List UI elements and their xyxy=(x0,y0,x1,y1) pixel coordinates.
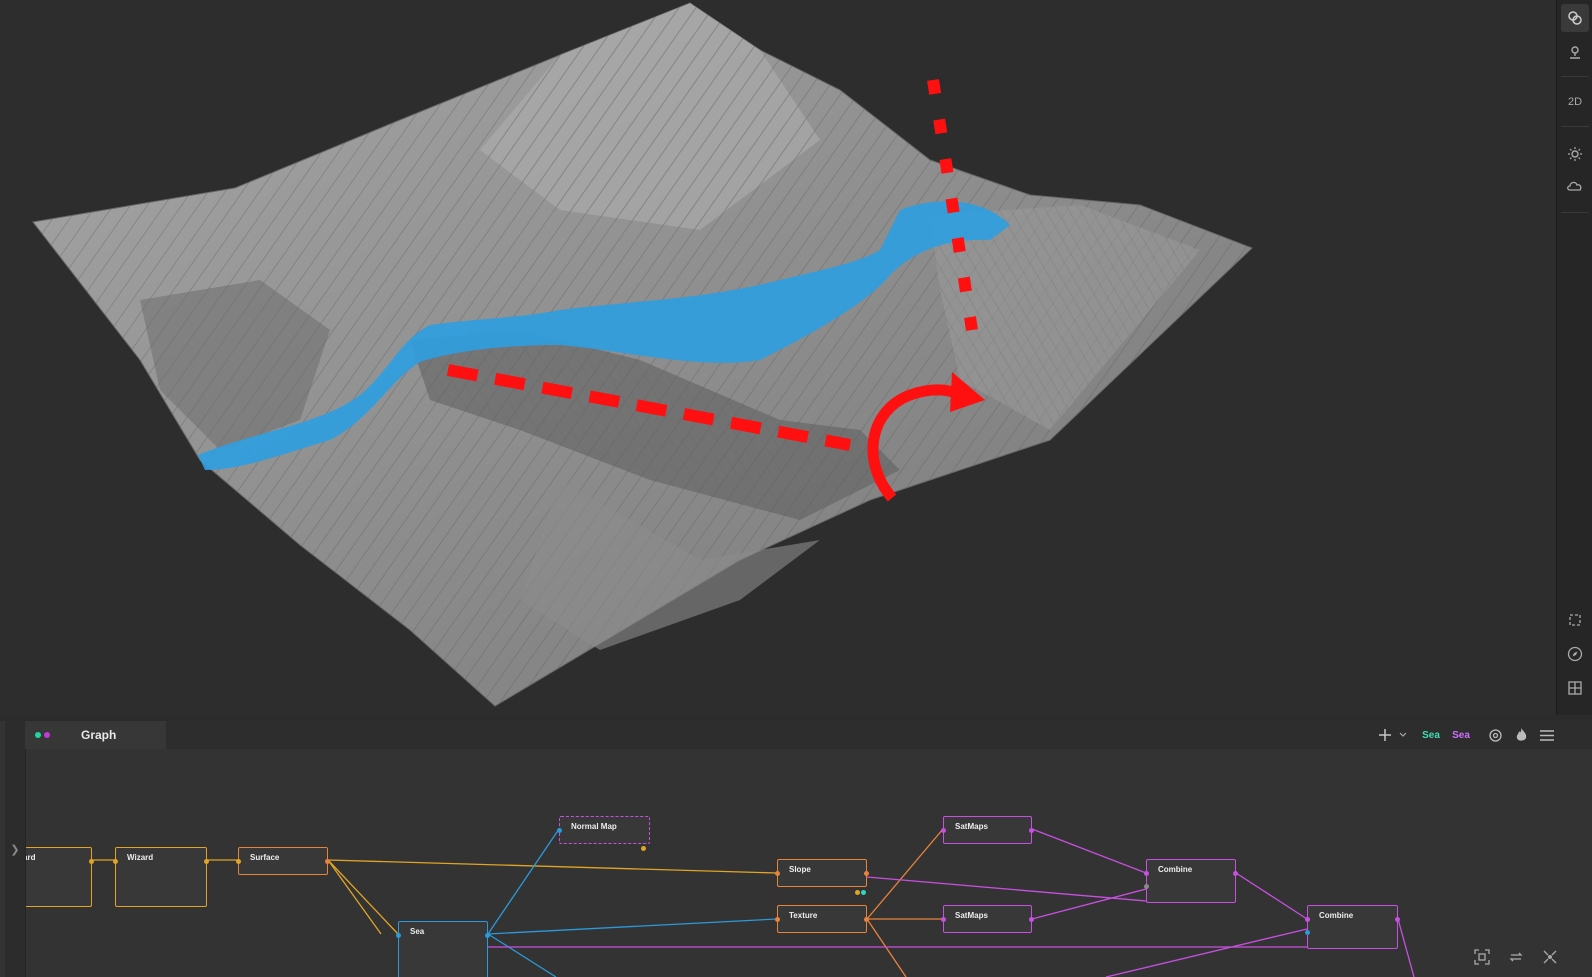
cloud-icon[interactable] xyxy=(1561,172,1589,200)
graph-header: Graph Sea Sea xyxy=(25,721,1592,749)
node-wizard[interactable]: Wizard xyxy=(113,847,209,907)
graph-panel: ❯ Graph Sea Sea rd Wizard Surface Normal… xyxy=(0,721,1592,977)
view-2d-button[interactable]: 2D xyxy=(1561,88,1589,116)
graph-tab-title: Graph xyxy=(81,728,117,742)
pin-icon[interactable] xyxy=(1561,38,1589,66)
chevron-down-icon[interactable] xyxy=(1397,721,1409,749)
compass-icon[interactable] xyxy=(1561,640,1589,668)
fit-view-icon[interactable] xyxy=(1472,947,1492,967)
viewport-toolbar: 2D xyxy=(1556,0,1592,715)
graph-view-tools xyxy=(1472,947,1560,967)
at-icon[interactable] xyxy=(1485,721,1505,749)
node-satmaps-2[interactable]: SatMaps xyxy=(941,905,1034,933)
sun-icon[interactable] xyxy=(1561,140,1589,168)
grid-icon[interactable] xyxy=(1561,674,1589,702)
node-surface[interactable]: Surface xyxy=(236,847,330,875)
link-icon[interactable] xyxy=(1561,4,1589,32)
status-dot-green xyxy=(35,732,41,738)
node-graph-canvas[interactable]: ard Wizard Surface Normal Map Sea Slope xyxy=(26,749,1592,977)
flame-icon[interactable] xyxy=(1511,721,1531,749)
node-texture[interactable]: Texture xyxy=(775,905,869,933)
frame-icon[interactable] xyxy=(1561,606,1589,634)
node-combine-1[interactable]: Combine xyxy=(1144,859,1238,903)
panel-expand-handle[interactable]: ❯ xyxy=(5,721,26,977)
status-dot-purple xyxy=(44,732,50,738)
node-satmaps-1[interactable]: SatMaps xyxy=(941,816,1034,844)
auto-layout-icon[interactable] xyxy=(1540,947,1560,967)
node-normal-map[interactable]: Normal Map xyxy=(557,816,650,851)
sea-tag-teal[interactable]: Sea xyxy=(1415,721,1447,749)
plus-icon[interactable] xyxy=(1375,721,1395,749)
refresh-icon[interactable] xyxy=(1506,947,1526,967)
terrain-viewport[interactable] xyxy=(0,0,1556,715)
node-slope[interactable]: Slope xyxy=(775,859,869,895)
sea-tag-purple[interactable]: Sea xyxy=(1445,721,1477,749)
node-wizard-partial[interactable]: ard xyxy=(26,847,94,907)
node-combine-2[interactable]: Combine xyxy=(1305,905,1400,949)
node-sea[interactable]: Sea xyxy=(396,921,490,977)
terrain-render xyxy=(32,2,1253,707)
menu-icon[interactable] xyxy=(1537,721,1557,749)
tab-graph[interactable]: Graph xyxy=(25,721,166,749)
